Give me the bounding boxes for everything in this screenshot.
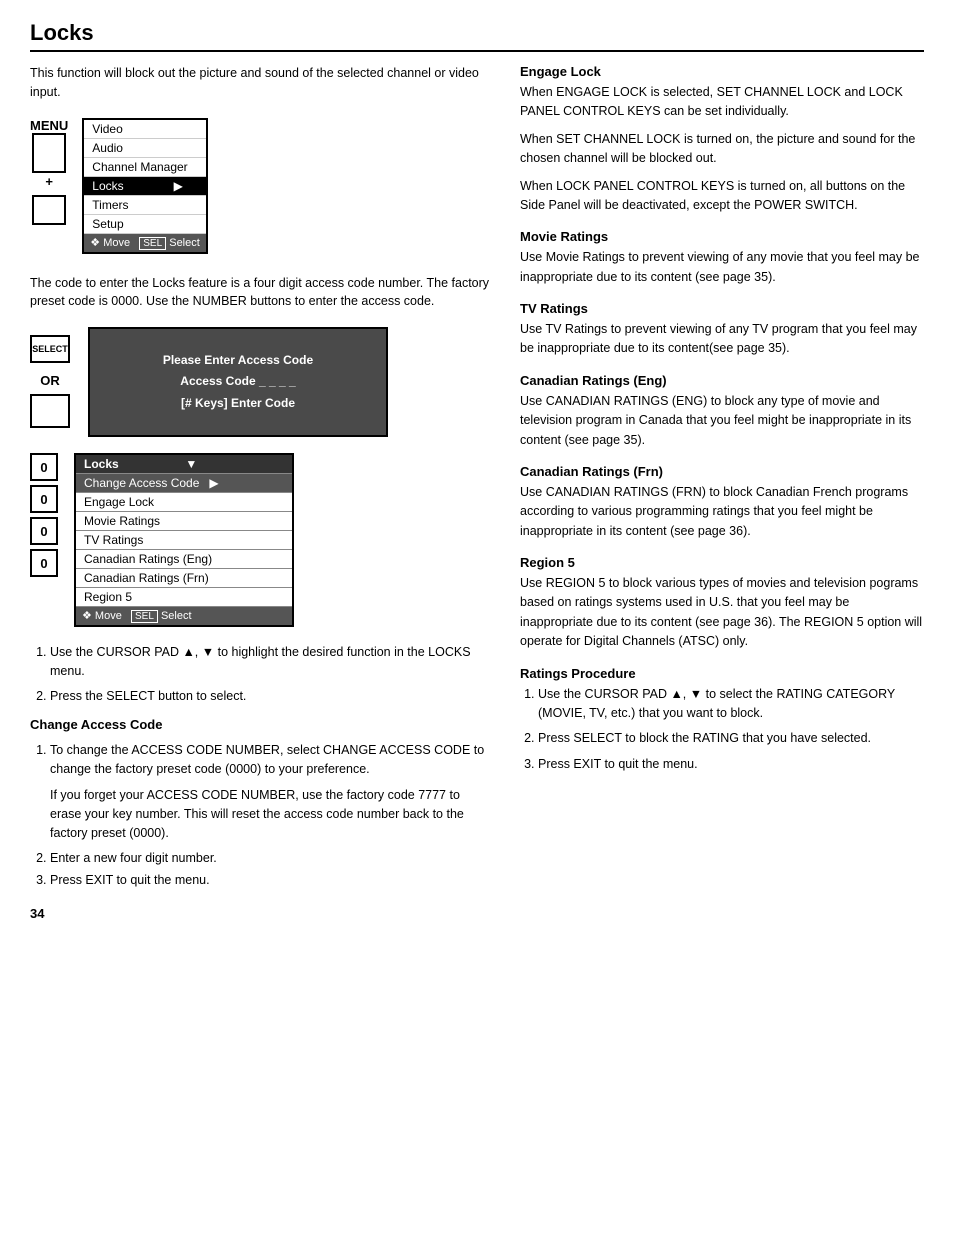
or-text: OR [40,373,60,388]
engage-lock-para2: When SET CHANNEL LOCK is turned on, the … [520,130,924,169]
ratings-procedure-steps: Use the CURSOR PAD ▲, ▼ to select the RA… [520,685,924,775]
dark-panel: Please Enter Access Code Access Code _ _… [88,327,388,437]
locks-tv-ratings-row: TV Ratings [75,531,293,550]
section-engage-lock: Engage Lock When ENGAGE LOCK is selected… [520,64,924,215]
steps-list: Use the CURSOR PAD ▲, ▼ to highlight the… [30,643,490,705]
movie-ratings-title: Movie Ratings [520,229,924,244]
ratings-step-2: Press SELECT to block the RATING that yo… [538,729,924,748]
region5-title: Region 5 [520,555,924,570]
engage-lock-title: Engage Lock [520,64,924,79]
menu-remote-icon: MENU [30,118,68,225]
locks-header-row: Locks ▼ [75,454,293,474]
tv-ratings-body: Use TV Ratings to prevent viewing of any… [520,320,924,359]
locks-movie-ratings-row: Movie Ratings [75,512,293,531]
locks-engage-lock-row: Engage Lock [75,493,293,512]
num-btn-0c: 0 [30,517,58,545]
menu-item-locks: Locks ▶ [83,176,207,195]
locks-submenu-area: 0 0 0 0 Locks ▼ Change Access Code ▶ Eng… [30,453,490,627]
ratings-step-3: Press EXIT to quit the menu. [538,755,924,774]
step-1: Use the CURSOR PAD ▲, ▼ to highlight the… [50,643,490,681]
canadian-frn-title: Canadian Ratings (Frn) [520,464,924,479]
ratings-step-1: Use the CURSOR PAD ▲, ▼ to select the RA… [538,685,924,724]
ratings-procedure-title: Ratings Procedure [520,666,924,681]
region5-body: Use REGION 5 to block various types of m… [520,574,924,652]
menu-item-video: Video [83,119,207,139]
select-button-icon: SELECT [30,335,70,363]
sel-badge: SEL [139,237,166,250]
section-ratings-procedure: Ratings Procedure Use the CURSOR PAD ▲, … [520,666,924,775]
right-column: Engage Lock When ENGAGE LOCK is selected… [520,64,924,921]
canadian-frn-body: Use CANADIAN RATINGS (FRN) to block Cana… [520,483,924,541]
intro-text: This function will block out the picture… [30,64,490,102]
locks-footer-row: ❖ Move SEL Select [75,607,293,627]
select-or-channel: SELECT OR [30,335,70,428]
dark-panel-line1: Please Enter Access Code [163,350,313,372]
num-btn-0b: 0 [30,485,58,513]
canadian-eng-body: Use CANADIAN RATINGS (ENG) to block any … [520,392,924,450]
locks-canadian-frn-row: Canadian Ratings (Frn) [75,569,293,588]
menu-table: Video Audio Channel Manager Locks ▶ Time… [82,118,208,254]
menu-label: MENU [30,118,68,133]
code-text: The code to enter the Locks feature is a… [30,274,490,312]
menu-item-timers: Timers [83,195,207,214]
section-tv-ratings: TV Ratings Use TV Ratings to prevent vie… [520,301,924,359]
menu-remote-box2 [32,195,66,225]
dark-panel-wrapper: Please Enter Access Code Access Code _ _… [88,327,388,437]
canadian-eng-title: Canadian Ratings (Eng) [520,373,924,388]
change-access-heading: Change Access Code [30,715,490,735]
section-canadian-eng: Canadian Ratings (Eng) Use CANADIAN RATI… [520,373,924,450]
steps-section: Use the CURSOR PAD ▲, ▼ to highlight the… [30,643,490,705]
change-access-step-2: Enter a new four digit number. [50,849,490,868]
change-access-note: If you forget your ACCESS CODE NUMBER, u… [50,786,490,842]
menu-item-channel-manager: Channel Manager [83,157,207,176]
number-buttons: 0 0 0 0 [30,453,58,627]
locks-change-access-row: Change Access Code ▶ [75,474,293,493]
channel-button-icon [30,394,70,428]
locks-diagram: SELECT OR Please Enter Access Code Acces… [30,327,490,437]
movie-ratings-body: Use Movie Ratings to prevent viewing of … [520,248,924,287]
num-btn-0a: 0 [30,453,58,481]
section-movie-ratings: Movie Ratings Use Movie Ratings to preve… [520,229,924,287]
menu-diagram: MENU Video Audio Channel Manager Locks ▶… [30,118,490,254]
tv-ratings-title: TV Ratings [520,301,924,316]
menu-remote-box [32,133,66,173]
change-access-steps: To change the ACCESS CODE NUMBER, select… [30,741,490,890]
change-access-step-3: Press EXIT to quit the menu. [50,871,490,890]
locks-submenu-wrapper: Locks ▼ Change Access Code ▶ Engage Lock… [74,453,294,627]
locks-sel-badge: SEL [131,610,158,623]
page-number: 34 [30,906,490,921]
change-access-step-1: To change the ACCESS CODE NUMBER, select… [50,741,490,843]
dark-panel-text: Please Enter Access Code Access Code _ _… [163,350,313,415]
locks-submenu-table: Locks ▼ Change Access Code ▶ Engage Lock… [74,453,294,627]
locks-canadian-eng-row: Canadian Ratings (Eng) [75,550,293,569]
locks-region5-row: Region 5 [75,588,293,607]
section-region5: Region 5 Use REGION 5 to block various t… [520,555,924,652]
menu-item-setup: Setup [83,214,207,233]
dark-panel-line2: Access Code _ _ _ _ [163,371,313,393]
section-canadian-frn: Canadian Ratings (Frn) Use CANADIAN RATI… [520,464,924,541]
left-column: This function will block out the picture… [30,64,490,921]
engage-lock-para1: When ENGAGE LOCK is selected, SET CHANNE… [520,83,924,122]
num-btn-0d: 0 [30,549,58,577]
menu-item-audio: Audio [83,138,207,157]
page-title: Locks [30,20,924,52]
change-access-section: Change Access Code To change the ACCESS … [30,715,490,890]
dark-panel-line3: [# Keys] Enter Code [163,393,313,415]
engage-lock-para3: When LOCK PANEL CONTROL KEYS is turned o… [520,177,924,216]
menu-footer: ❖ Move SEL Select [83,233,207,253]
step-2: Press the SELECT button to select. [50,687,490,706]
